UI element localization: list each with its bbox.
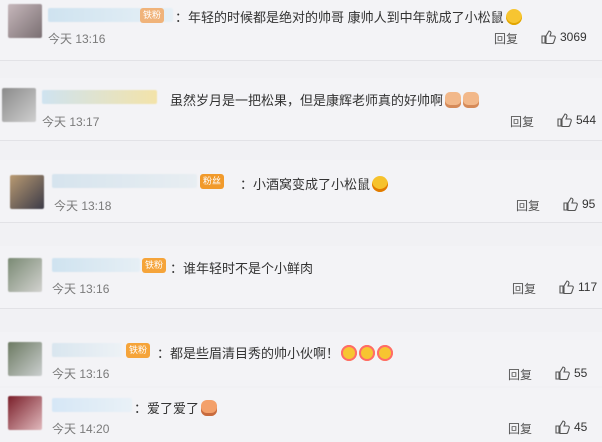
like-count: 3069 (560, 30, 587, 44)
emoji-pet-icon (201, 400, 218, 416)
like-count: 45 (574, 420, 588, 434)
thumbs-up-icon[interactable] (554, 365, 570, 381)
comment-time: 今天 13:17 (42, 115, 100, 129)
comment-time: 今天 13:16 (52, 282, 110, 296)
avatar[interactable] (8, 342, 42, 376)
like-count: 55 (574, 366, 588, 380)
username-blurred[interactable] (42, 90, 157, 104)
comment-item-3: 粉丝 ：小酒窝变成了小松鼠 今天 13:18 回复 95 (0, 160, 602, 222)
emoji-kiss-icon (377, 345, 394, 361)
emoji-hand-icon (463, 92, 480, 108)
like-count: 544 (576, 113, 597, 127)
thumbs-up-icon[interactable] (558, 279, 574, 295)
avatar[interactable] (8, 4, 42, 38)
comment-text: 虽然岁月是一把松果，但是康辉老师真的好帅啊 (170, 90, 480, 109)
reply-button[interactable]: 回复 (512, 280, 536, 297)
avatar[interactable] (8, 396, 42, 430)
avatar[interactable] (10, 175, 44, 209)
comment-item-6: ：爱了爱了 今天 14:20 回复 45 (0, 388, 602, 442)
fan-badge[interactable]: 粉丝 (200, 174, 225, 189)
divider (0, 60, 602, 61)
reply-button[interactable]: 回复 (494, 30, 518, 47)
emoji-kiss-icon (341, 345, 358, 361)
username-blurred[interactable] (52, 343, 122, 357)
thumbs-up-icon[interactable] (556, 112, 572, 128)
comment-text: ：爱了爱了 (134, 398, 218, 417)
comment-time: 今天 13:16 (48, 32, 106, 46)
emoji-hand-icon (445, 92, 462, 108)
reply-button[interactable]: 回复 (516, 197, 540, 214)
emoji-laugh-icon (372, 176, 389, 192)
comment-item-5: 铁粉 ：都是些眉清目秀的帅小伙啊！ 今天 13:16 回复 55 (0, 332, 602, 386)
comment-time: 今天 14:20 (52, 422, 110, 436)
fan-badge[interactable]: 铁粉 (126, 343, 151, 358)
divider (0, 308, 602, 309)
divider (0, 140, 602, 141)
avatar[interactable] (8, 258, 42, 292)
emoji-smile-icon (505, 9, 522, 25)
divider (0, 222, 602, 223)
comment-time: 今天 13:16 (52, 367, 110, 381)
fan-badge[interactable]: 铁粉 (140, 8, 165, 23)
reply-button[interactable]: 回复 (508, 420, 532, 437)
comment-item-2: 虽然岁月是一把松果，但是康辉老师真的好帅啊 今天 13:17 回复 544 (0, 78, 602, 140)
thumbs-up-icon[interactable] (562, 196, 578, 212)
comment-text: ：都是些眉清目秀的帅小伙啊！ (157, 343, 394, 362)
like-count: 117 (578, 280, 598, 294)
username-blurred[interactable] (52, 174, 197, 188)
emoji-kiss-icon (359, 345, 376, 361)
comment-text: ：小酒窝变成了小松鼠 (240, 174, 389, 193)
avatar[interactable] (2, 88, 36, 122)
thumbs-up-icon[interactable] (554, 419, 570, 435)
like-count: 95 (582, 197, 596, 211)
thumbs-up-icon[interactable] (540, 29, 556, 45)
username-blurred[interactable] (52, 398, 132, 412)
username-blurred[interactable] (52, 258, 140, 272)
comment-text: ：谁年轻时不是个小鲜肉 (170, 261, 314, 276)
comment-item-1: ：年轻的时候都是绝对的帅哥 康帅人到中年就成了小松鼠 今天 13:16 回复 3… (0, 0, 602, 60)
fan-badge[interactable]: 铁粉 (142, 258, 167, 273)
comment-time: 今天 13:18 (54, 199, 112, 213)
comment-text: ：年轻的时候都是绝对的帅哥 康帅人到中年就成了小松鼠 (175, 7, 522, 26)
comment-item-4: 铁粉 ：谁年轻时不是个小鲜肉 今天 13:16 回复 117 (0, 246, 602, 308)
reply-button[interactable]: 回复 (510, 113, 534, 130)
reply-button[interactable]: 回复 (508, 366, 532, 383)
